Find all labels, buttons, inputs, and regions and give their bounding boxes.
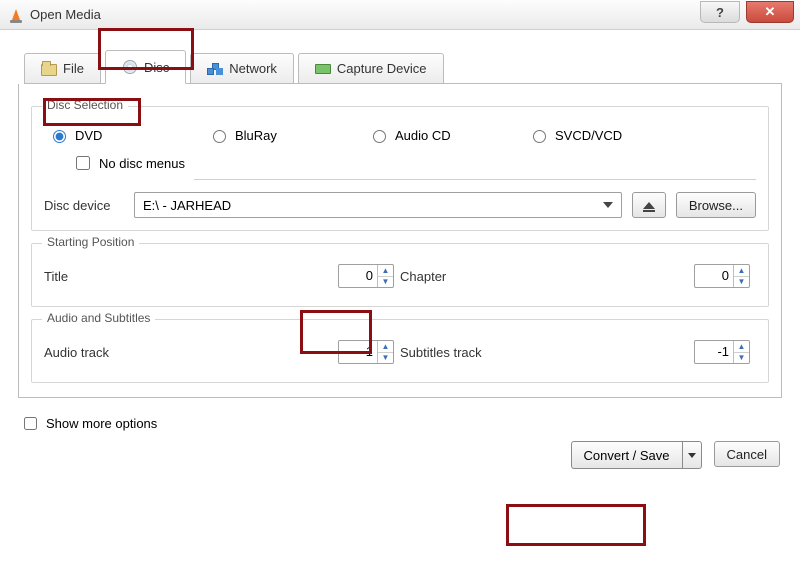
group-legend: Disc Selection bbox=[42, 98, 128, 112]
window-title: Open Media bbox=[30, 7, 101, 22]
radio-svcd[interactable]: SVCD/VCD bbox=[528, 127, 688, 143]
titlebar: Open Media ? ✕ bbox=[0, 0, 800, 30]
browse-button[interactable]: Browse... bbox=[676, 192, 756, 218]
network-icon bbox=[207, 61, 223, 77]
spin-up-icon[interactable]: ▲ bbox=[734, 265, 749, 277]
chapter-label: Chapter bbox=[400, 269, 490, 284]
radio-label: DVD bbox=[75, 128, 102, 143]
annotation-highlight bbox=[506, 504, 646, 546]
radio-audiocd[interactable]: Audio CD bbox=[368, 127, 528, 143]
disc-icon bbox=[122, 59, 138, 75]
tab-label: Network bbox=[229, 61, 277, 76]
chapter-spinner[interactable]: 0 ▲▼ bbox=[694, 264, 750, 288]
spin-up-icon[interactable]: ▲ bbox=[378, 265, 393, 277]
radio-dvd-input[interactable] bbox=[53, 130, 66, 143]
group-audio-subtitles: Audio and Subtitles Audio track -1 ▲▼ Su… bbox=[31, 319, 769, 383]
convert-save-dropdown[interactable] bbox=[682, 441, 702, 469]
subtitles-track-label: Subtitles track bbox=[400, 345, 490, 360]
radio-svcd-input[interactable] bbox=[533, 130, 546, 143]
dialog-body: File Disc Network Capture Device Disc Se… bbox=[0, 30, 800, 481]
group-starting-position: Starting Position Title 0 ▲▼ Chapter 0 ▲… bbox=[31, 243, 769, 307]
radio-bluray-input[interactable] bbox=[213, 130, 226, 143]
radio-audiocd-input[interactable] bbox=[373, 130, 386, 143]
chevron-down-icon bbox=[603, 202, 613, 208]
disc-device-combo[interactable]: E:\ - JARHEAD bbox=[134, 192, 622, 218]
chapter-value: 0 bbox=[695, 265, 733, 287]
separator bbox=[194, 179, 756, 180]
spin-down-icon[interactable]: ▼ bbox=[734, 353, 749, 364]
group-legend: Audio and Subtitles bbox=[42, 311, 155, 325]
radio-label: BluRay bbox=[235, 128, 277, 143]
spin-down-icon[interactable]: ▼ bbox=[734, 277, 749, 288]
subtitles-track-value: -1 bbox=[695, 341, 733, 363]
audio-track-label: Audio track bbox=[44, 345, 134, 360]
convert-save-label: Convert / Save bbox=[571, 441, 682, 469]
spin-up-icon[interactable]: ▲ bbox=[734, 341, 749, 353]
tab-bar: File Disc Network Capture Device bbox=[24, 48, 782, 84]
eject-icon bbox=[643, 202, 655, 209]
title-spinner[interactable]: 0 ▲▼ bbox=[338, 264, 394, 288]
disc-type-radios: DVD BluRay Audio CD SVCD/VCD bbox=[48, 127, 756, 143]
disc-device-value: E:\ - JARHEAD bbox=[143, 198, 231, 213]
spin-down-icon[interactable]: ▼ bbox=[378, 353, 393, 364]
spin-up-icon[interactable]: ▲ bbox=[378, 341, 393, 353]
folder-icon bbox=[41, 61, 57, 77]
audio-track-spinner[interactable]: -1 ▲▼ bbox=[338, 340, 394, 364]
tab-file[interactable]: File bbox=[24, 53, 101, 83]
show-more-options-checkbox[interactable] bbox=[24, 417, 37, 430]
tab-label: Disc bbox=[144, 60, 169, 75]
cancel-button[interactable]: Cancel bbox=[714, 441, 780, 467]
tab-disc[interactable]: Disc bbox=[105, 50, 186, 84]
help-button[interactable]: ? bbox=[700, 1, 740, 23]
audio-track-value: -1 bbox=[339, 341, 377, 363]
tab-network[interactable]: Network bbox=[190, 53, 294, 83]
title-label: Title bbox=[44, 269, 134, 284]
title-value: 0 bbox=[339, 265, 377, 287]
no-disc-menus-label: No disc menus bbox=[99, 156, 185, 171]
spin-down-icon[interactable]: ▼ bbox=[378, 277, 393, 288]
tab-capture[interactable]: Capture Device bbox=[298, 53, 444, 83]
radio-dvd[interactable]: DVD bbox=[48, 127, 208, 143]
eject-button[interactable] bbox=[632, 192, 666, 218]
radio-label: Audio CD bbox=[395, 128, 451, 143]
group-disc-selection: Disc Selection DVD BluRay Audio CD SVCD/… bbox=[31, 106, 769, 231]
radio-label: SVCD/VCD bbox=[555, 128, 622, 143]
capture-icon bbox=[315, 61, 331, 77]
group-legend: Starting Position bbox=[42, 235, 139, 249]
no-disc-menus-checkbox[interactable] bbox=[76, 156, 90, 170]
tab-label: Capture Device bbox=[337, 61, 427, 76]
subtitles-track-spinner[interactable]: -1 ▲▼ bbox=[694, 340, 750, 364]
disc-device-label: Disc device bbox=[44, 198, 124, 213]
close-button[interactable]: ✕ bbox=[746, 1, 794, 23]
vlc-icon bbox=[8, 7, 24, 23]
show-more-options-label: Show more options bbox=[46, 416, 157, 431]
tab-label: File bbox=[63, 61, 84, 76]
convert-save-button[interactable]: Convert / Save bbox=[571, 441, 702, 469]
radio-bluray[interactable]: BluRay bbox=[208, 127, 368, 143]
